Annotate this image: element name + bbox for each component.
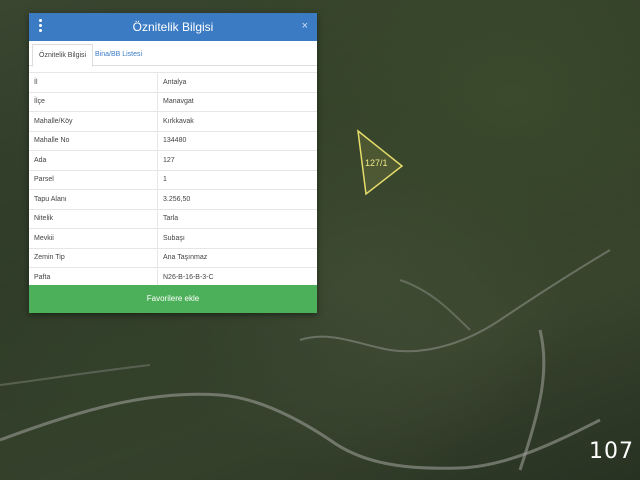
attribute-key: Mahalle No: [29, 130, 158, 151]
attribute-table: İl Antalya İlçe Manavgat Mahalle/Köy Kırkkava…: [29, 72, 317, 287]
table-row: Mevkii Subaşı: [29, 228, 317, 248]
attribute-key: Nitelik: [29, 208, 158, 229]
attribute-key: Mevkii: [29, 228, 158, 248]
attribute-key: Pafta: [29, 267, 158, 287]
attribute-key: Mahalle/Köy: [29, 111, 158, 131]
tab-bar: Öznitelik Bilgisi Bina/BB Listesi: [29, 41, 317, 67]
attribute-key: İl: [29, 72, 158, 92]
table-row: Pafta N26-B-16-B-3-C: [29, 267, 317, 287]
attribute-value: 1: [157, 169, 317, 190]
table-row: Tapu Alanı 3.256,50: [29, 189, 317, 209]
corner-number: 107: [589, 439, 634, 464]
attribute-key: Parsel: [29, 169, 158, 190]
table-row: Parsel 1: [29, 169, 317, 190]
panel-header: Öznitelik Bilgisi ×: [29, 13, 317, 41]
table-row: Zemin Tip Ana Taşınmaz: [29, 247, 317, 268]
table-row: Ada 127: [29, 150, 317, 170]
table-row: Mahalle No 134480: [29, 130, 317, 151]
attribute-value: Antalya: [157, 72, 317, 92]
tab-building-list[interactable]: Bina/BB Listesi: [89, 44, 148, 65]
table-row: İlçe Manavgat: [29, 91, 317, 112]
tab-attributes[interactable]: Öznitelik Bilgisi: [32, 44, 94, 67]
panel-title: Öznitelik Bilgisi: [132, 20, 214, 34]
parcel-label: 127/1: [365, 158, 388, 168]
table-row: Nitelik Tarla: [29, 208, 317, 229]
attribute-value: 3.256,50: [157, 189, 317, 209]
table-row: İl Antalya: [29, 72, 317, 92]
table-row: Mahalle/Köy Kırkkavak: [29, 111, 317, 131]
add-favorite-button[interactable]: Favorilere ekle: [29, 285, 317, 313]
attribute-value: Tarla: [157, 208, 317, 229]
attribute-panel: Öznitelik Bilgisi × Öznitelik Bilgisi Bi…: [29, 13, 317, 313]
attribute-value: 127: [157, 150, 317, 170]
attribute-key: Zemin Tip: [29, 247, 158, 268]
attribute-value: Ana Taşınmaz: [157, 247, 317, 268]
attribute-key: Ada: [29, 150, 158, 170]
close-icon[interactable]: ×: [302, 20, 308, 32]
attribute-key: İlçe: [29, 91, 158, 112]
attribute-value: 134480: [157, 130, 317, 151]
attribute-value: N26-B-16-B-3-C: [157, 267, 317, 287]
attribute-value: Subaşı: [157, 228, 317, 248]
attribute-key: Tapu Alanı: [29, 189, 158, 209]
attribute-value: Kırkkavak: [157, 111, 317, 131]
attribute-value: Manavgat: [157, 91, 317, 112]
